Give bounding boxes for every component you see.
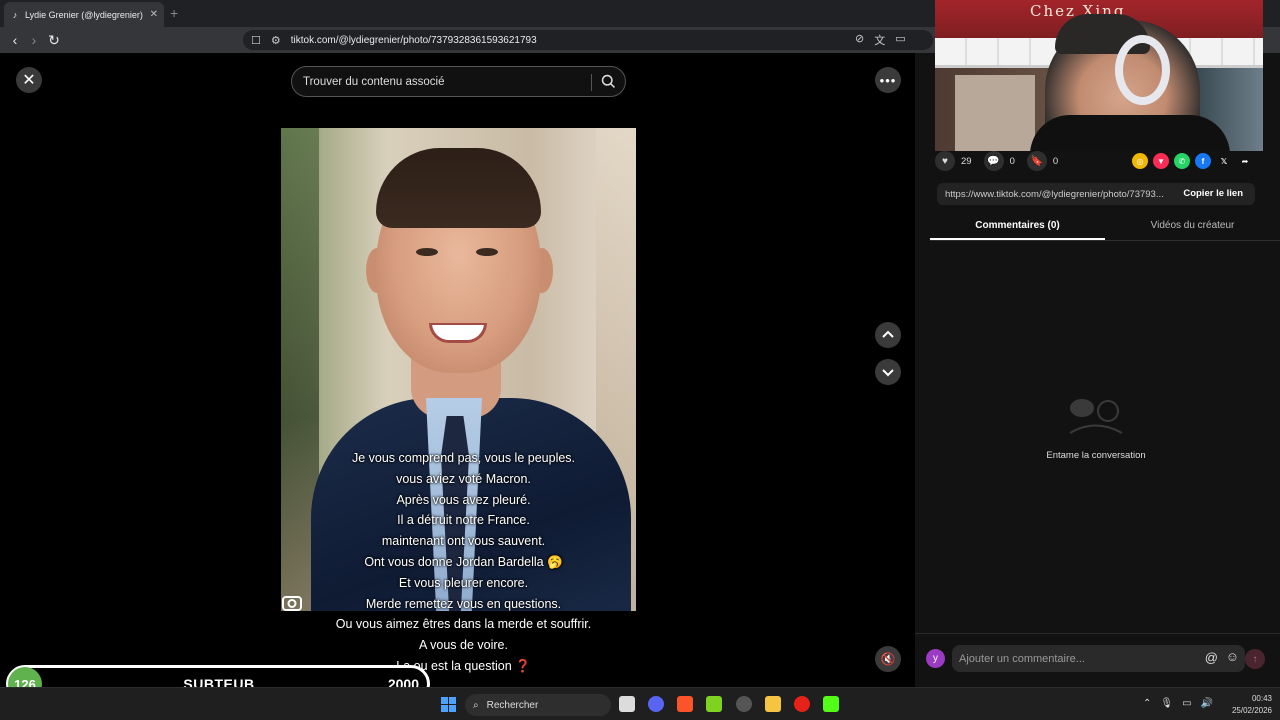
comment-placeholder: Ajouter un commentaire... <box>959 652 1085 665</box>
app-icon[interactable] <box>706 696 722 712</box>
url-field[interactable]: ☐ ⚙ tiktok.com/@lydiegrenier/photo/73793… <box>243 30 933 50</box>
windows-taskbar: ⌕ Rechercher ⌃ 🎙 ▭ 🔊 00:43 25/02/2026 <box>0 687 1280 720</box>
translate-icon[interactable]: 文 <box>874 32 885 48</box>
app-icon[interactable] <box>765 696 781 712</box>
more-options-icon[interactable]: ••• <box>875 67 901 93</box>
comment-composer: y Ajouter un commentaire... @ ☺ ↑ <box>915 633 1280 687</box>
post-link: https://www.tiktok.com/@lydiegrenier/pho… <box>945 188 1164 200</box>
like-count: 29 <box>961 155 972 167</box>
tiktok-favicon-icon: ♪ <box>12 9 18 20</box>
send-share-icon[interactable]: ▼ <box>1153 153 1169 169</box>
next-post-button[interactable] <box>875 359 901 385</box>
reload-icon[interactable]: ↻ <box>45 31 63 49</box>
emoji-icon[interactable]: ☺ <box>1226 649 1239 664</box>
bookmark-icon[interactable]: ☐ <box>251 34 261 47</box>
clock-date: 25/02/2026 <box>1231 706 1272 715</box>
url-text: tiktok.com/@lydiegrenier/photo/737932836… <box>290 34 537 46</box>
taskbar-search-label: Rechercher <box>486 699 539 711</box>
taskbar-search[interactable]: ⌕ Rechercher <box>465 694 611 716</box>
photo-caption: Je vous comprend pas, vous le peuples. v… <box>281 448 646 677</box>
x-icon[interactable]: 𝕏 <box>1216 153 1232 169</box>
share-icons: ◎ ▼ ✆ f 𝕏 ➦ <box>1132 153 1253 169</box>
facebook-icon[interactable]: f <box>1195 153 1211 169</box>
volume-icon[interactable]: 🔊 <box>1201 698 1213 709</box>
forward-icon[interactable]: › <box>25 31 43 49</box>
whatsapp-icon[interactable]: ✆ <box>1174 153 1190 169</box>
caption-line: Merde remettez vous en questions. <box>365 596 562 611</box>
search-divider <box>591 74 592 91</box>
chevron-up-icon[interactable]: ⌃ <box>1143 698 1151 709</box>
bookmark-save-icon: 🔖 <box>1026 151 1047 171</box>
empty-conversation-icon <box>1069 399 1123 434</box>
empty-conversation-text: Entame la conversation <box>1046 450 1146 461</box>
media-icon[interactable] <box>794 696 810 712</box>
file-explorer-icon[interactable] <box>619 696 635 712</box>
previous-post-button[interactable] <box>875 322 901 348</box>
caption-line: vous aviez voté Macron. <box>396 471 531 486</box>
copy-link-button[interactable]: Copier le lien <box>1183 188 1243 199</box>
system-tray: ⌃ 🎙 ▭ 🔊 <box>1143 698 1213 709</box>
system-clock[interactable]: 00:43 25/02/2026 <box>1224 693 1272 717</box>
action-row: ♥ 29 💬 0 🔖 0 <box>935 151 1058 171</box>
caption-line: Je vous comprend pas, vous le peuples. <box>351 451 576 465</box>
save-count: 0 <box>1052 155 1059 167</box>
send-comment-button[interactable]: ↑ <box>1245 649 1265 669</box>
caption-line: Après vous avez pleuré. <box>396 492 531 507</box>
back-icon[interactable]: ‹ <box>6 31 24 49</box>
brave-icon[interactable] <box>677 696 693 712</box>
comment-input[interactable]: Ajouter un commentaire... @ ☺ <box>952 645 1245 672</box>
panel-tabs: Commentaires (0) Vidéos du créateur <box>930 213 1280 241</box>
coin-share-icon[interactable]: ◎ <box>1132 153 1148 169</box>
share-arrow-icon[interactable]: ➦ <box>1237 153 1253 169</box>
caption-line: Ou vous aimez êtres dans la merde et sou… <box>335 617 592 632</box>
caption-line: Et vous pleurer encore. <box>398 575 529 590</box>
heart-icon: ♥ <box>935 151 955 171</box>
mention-icon[interactable]: @ <box>1205 650 1218 665</box>
chevron-down-icon <box>882 369 894 377</box>
search-icon[interactable] <box>600 73 617 90</box>
comment-icon: 💬 <box>983 151 1004 171</box>
post-link-field[interactable]: https://www.tiktok.com/@lydiegrenier/pho… <box>937 183 1255 205</box>
chevron-up-icon <box>882 330 894 338</box>
discord-icon[interactable] <box>648 696 664 712</box>
comment-count: 0 <box>1009 155 1015 167</box>
tab-comments[interactable]: Commentaires (0) <box>930 213 1105 240</box>
search-placeholder: Trouver du contenu associé <box>303 75 445 88</box>
kick-icon[interactable] <box>823 696 839 712</box>
avatar[interactable]: y <box>926 649 945 668</box>
webcam-overlay: Chez Xing <box>935 0 1263 151</box>
tab-close-icon[interactable]: ✕ <box>150 9 158 20</box>
browser-tab[interactable]: ♪ Lydie Grenier (@lydiegrenier) | T ✕ <box>4 2 164 27</box>
caption-line: Il a détruit notre France. <box>397 513 530 528</box>
mute-icon[interactable]: 🔇 <box>875 646 901 672</box>
clock-time: 00:43 <box>1251 694 1272 703</box>
tab-creator-videos[interactable]: Vidéos du créateur <box>1105 213 1280 240</box>
network-icon[interactable]: ▭ <box>1182 698 1191 709</box>
new-tab-button[interactable]: + <box>170 5 178 21</box>
save-button[interactable]: 🔖 0 <box>1026 151 1059 171</box>
caption-line: maintenant ont vous sauvent. <box>381 534 546 549</box>
obs-icon[interactable] <box>736 696 752 712</box>
close-viewer-button[interactable]: ✕ <box>16 67 42 93</box>
windows-start-icon[interactable] <box>441 697 456 712</box>
cast-icon[interactable]: ▭ <box>895 32 905 48</box>
microphone-icon[interactable]: 🎙 <box>1160 698 1173 709</box>
comment-button[interactable]: 💬 0 <box>983 151 1015 171</box>
tab-title: Lydie Grenier (@lydiegrenier) | T <box>25 9 146 20</box>
photo-viewer: ✕ Trouver du contenu associé ••• Je vous… <box>0 53 915 687</box>
related-search-input[interactable]: Trouver du contenu associé <box>291 66 626 97</box>
caption-line: A vous de voire. <box>419 638 508 653</box>
url-toolbar-icons: ⊘ 文 ▭ <box>855 32 906 48</box>
site-info-icon[interactable]: ⚙ <box>271 34 281 47</box>
image-search-icon[interactable] <box>281 593 303 613</box>
like-button[interactable]: ♥ 29 <box>935 151 972 171</box>
no-tracking-icon[interactable]: ⊘ <box>855 32 864 48</box>
search-icon: ⌕ <box>473 699 479 711</box>
caption-line: Ont vous donne Jordan Bardella 🥱 <box>364 554 563 569</box>
